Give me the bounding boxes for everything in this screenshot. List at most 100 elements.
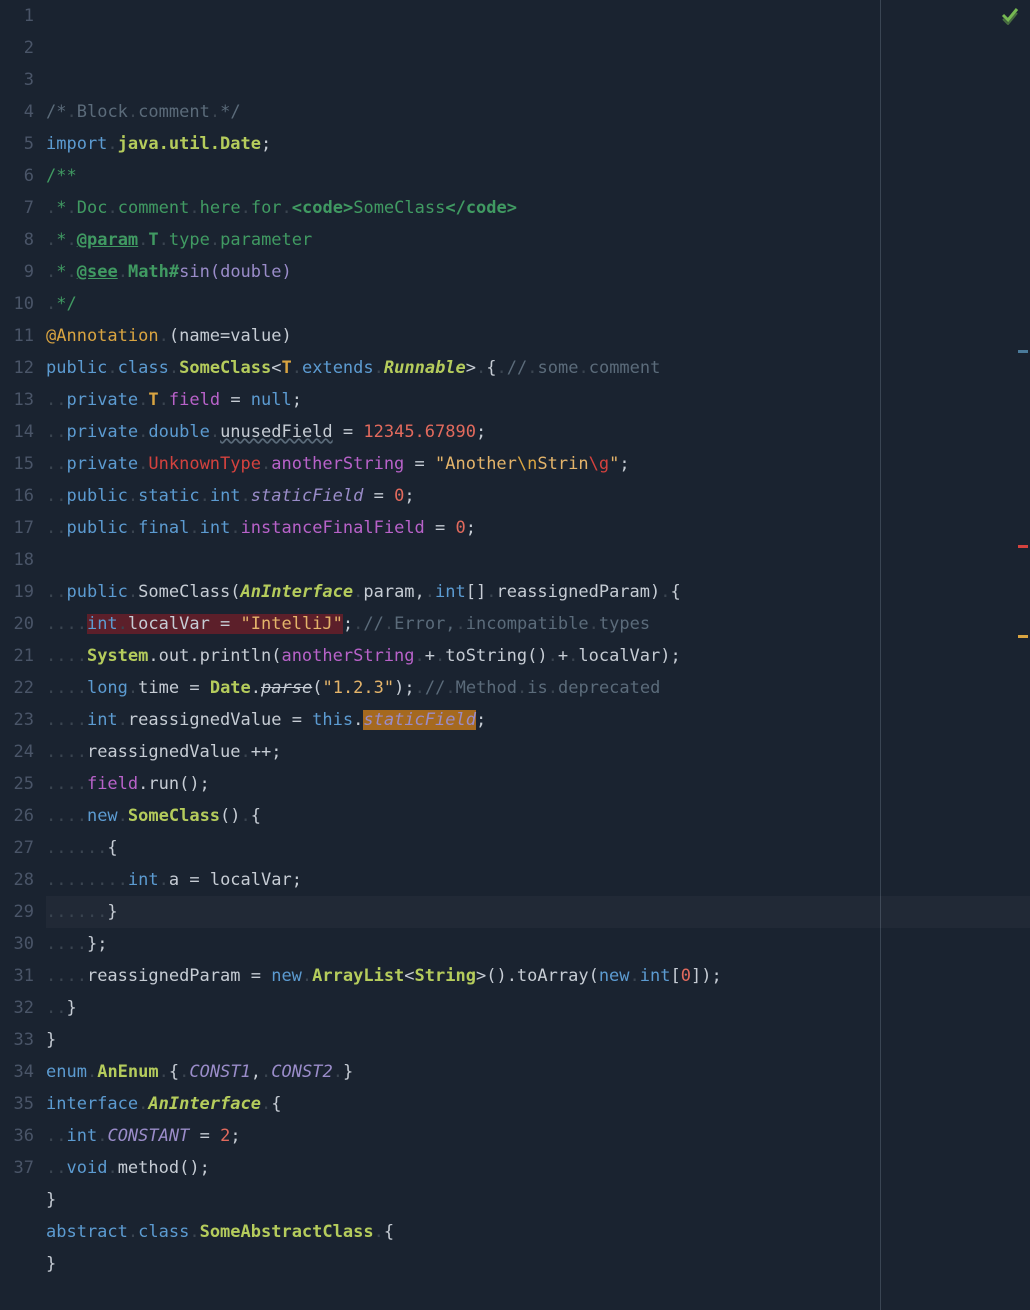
code-line[interactable]: enum.AnEnum.{.CONST1,.CONST2.} (46, 1056, 1030, 1088)
code-line[interactable]: } (46, 1024, 1030, 1056)
code-line[interactable]: ....long.time = Date.parse("1.2.3");.//.… (46, 672, 1030, 704)
code-line[interactable]: ......} (46, 896, 1030, 928)
token-keyword: public (46, 358, 107, 378)
code-line[interactable]: ..private.T.field = null; (46, 384, 1030, 416)
token-keyword: void (66, 1158, 107, 1178)
line-number: 26 (0, 800, 34, 832)
code-line[interactable]: ..public.final.int.instanceFinalField = … (46, 512, 1030, 544)
line-number: 25 (0, 768, 34, 800)
code-line[interactable]: ..void.method(); (46, 1152, 1030, 1184)
code-line[interactable]: ........int.a = localVar; (46, 864, 1030, 896)
token-ws: . (67, 198, 77, 218)
token-comment: incompatible (466, 614, 589, 634)
token-ws: . (138, 454, 148, 474)
token-plain: localVar; (210, 870, 302, 890)
token-keyword: private (66, 390, 138, 410)
code-line[interactable]: .*.Doc.comment.here.for.<code>SomeClass<… (46, 192, 1030, 224)
token-doc: * (56, 230, 66, 250)
code-line[interactable]: ....int.localVar = "IntelliJ";.//.Error,… (46, 608, 1030, 640)
token-doc: Doc (77, 198, 108, 218)
code-line[interactable]: ....new.SomeClass().{ (46, 800, 1030, 832)
token-punct: } (107, 902, 117, 922)
code-line[interactable]: .*/ (46, 288, 1030, 320)
code-line[interactable]: /*.Block.comment.*/ (46, 96, 1030, 128)
code-line[interactable]: import.java.util.Date; (46, 128, 1030, 160)
code-line[interactable]: ..} (46, 992, 1030, 1024)
code-line[interactable]: ......{ (46, 832, 1030, 864)
token-keyword: enum (46, 1062, 87, 1082)
code-line[interactable]: ..private.UnknownType.anotherString = "A… (46, 448, 1030, 480)
token-plain: , (251, 1062, 261, 1082)
token-comment: */ (220, 102, 240, 122)
code-line[interactable]: ..public.static.int.staticField = 0; (46, 480, 1030, 512)
code-line[interactable]: ....reassignedValue.++; (46, 736, 1030, 768)
token-ws: . (415, 646, 425, 666)
token-number: 12345.67890 (363, 422, 476, 442)
token-comment: types (599, 614, 650, 634)
line-number: 37 (0, 1152, 34, 1184)
token-class-name: SomeClass (128, 806, 220, 826)
token-doc: */ (56, 294, 76, 314)
code-area[interactable]: /*.Block.comment.*/import.java.util.Date… (42, 0, 1030, 1310)
token-plain: localVar (128, 614, 210, 634)
scrollbar-marker-warning[interactable] (1018, 635, 1028, 638)
token-plain: ++; (251, 742, 282, 762)
token-doc: /** (46, 166, 77, 186)
token-keyword: class (118, 358, 169, 378)
token-ws: . (66, 102, 76, 122)
code-editor[interactable]: 1234567891011121314151617181920212223242… (0, 0, 1030, 1310)
token-plain: . (353, 710, 363, 730)
token-ws: . (241, 198, 251, 218)
token-ws: . (159, 230, 169, 250)
token-ws: . (456, 614, 466, 634)
code-line[interactable]: /** (46, 160, 1030, 192)
code-line[interactable]: ..private.double.unusedField = 12345.678… (46, 416, 1030, 448)
token-ws: . (138, 1094, 148, 1114)
token-class-name: Date (210, 678, 251, 698)
token-ws: . (46, 230, 56, 250)
token-invalid-escape: \g (589, 454, 609, 474)
code-line[interactable]: ....field.run(); (46, 768, 1030, 800)
code-line[interactable]: ..public.SomeClass(AnInterface.param,.in… (46, 576, 1030, 608)
token-doc-code: T (148, 230, 158, 250)
token-plain: param, (363, 582, 424, 602)
scrollbar-marker-info[interactable] (1018, 350, 1028, 353)
code-line[interactable]: ..int.CONSTANT = 2; (46, 1120, 1030, 1152)
inspection-ok-icon[interactable] (1000, 4, 1020, 36)
token-plain: method(); (118, 1158, 210, 1178)
token-plain: reassignedParam (87, 966, 241, 986)
code-line[interactable]: .*.@see.Math#sin(double) (46, 256, 1030, 288)
code-line[interactable]: public.class.SomeClass<T.extends.Runnabl… (46, 352, 1030, 384)
scrollbar-marker-error[interactable] (1018, 545, 1028, 548)
token-ws: . (189, 1222, 199, 1242)
token-ws: . (302, 966, 312, 986)
token-instance-field: anotherString (281, 646, 414, 666)
code-line[interactable]: ....reassignedParam = new.ArrayList<Stri… (46, 960, 1030, 992)
code-line[interactable]: ....}; (46, 928, 1030, 960)
token-ws: .. (46, 422, 66, 442)
token-unknown-type: UnknownType (148, 454, 261, 474)
line-number: 3 (0, 64, 34, 96)
token-string: Strin (537, 454, 588, 474)
line-number: 17 (0, 512, 34, 544)
code-line[interactable]: ....int.reassignedValue = this.staticFie… (46, 704, 1030, 736)
code-line[interactable]: .*.@param.T.type.parameter (46, 224, 1030, 256)
code-line[interactable]: @Annotation.(name=value) (46, 320, 1030, 352)
code-line[interactable]: interface.AnInterface.{ (46, 1088, 1030, 1120)
code-line[interactable]: abstract.class.SomeAbstractClass.{ (46, 1216, 1030, 1248)
token-interface-name: AnInterface (148, 1094, 261, 1114)
token-ws: . (353, 582, 363, 602)
code-line[interactable]: } (46, 1184, 1030, 1216)
token-doc: comment (118, 198, 190, 218)
token-comment: comment (589, 358, 661, 378)
code-line[interactable] (46, 544, 1030, 576)
token-comment: Method (456, 678, 517, 698)
code-line[interactable]: ....System.out.println(anotherString.+.t… (46, 640, 1030, 672)
code-line[interactable]: } (46, 1248, 1030, 1280)
token-comment: is (527, 678, 547, 698)
token-plain: = (363, 486, 394, 506)
line-number: 22 (0, 672, 34, 704)
token-ws: . (261, 454, 271, 474)
token-plain: = (425, 518, 456, 538)
token-comment: // (425, 678, 445, 698)
